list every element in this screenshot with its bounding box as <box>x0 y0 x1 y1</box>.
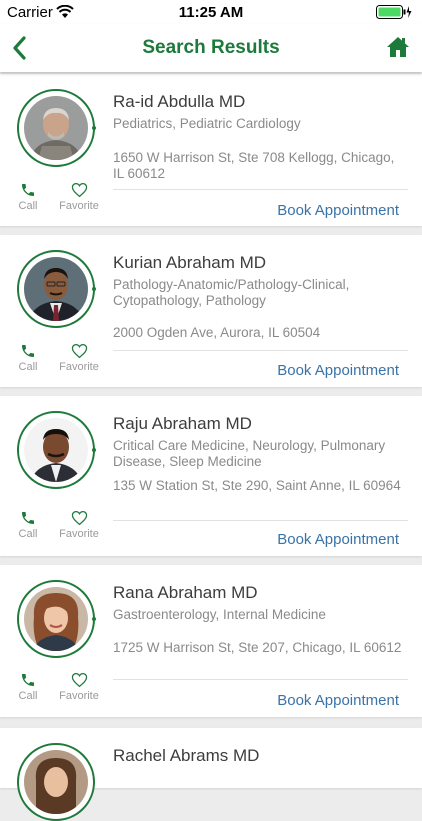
favorite-label: Favorite <box>59 361 99 373</box>
doctor-card: Raju Abraham MD Critical Care Medicine, … <box>0 396 422 556</box>
heart-icon <box>71 672 87 688</box>
doctor-name[interactable]: Rachel Abrams MD <box>113 746 259 766</box>
home-icon[interactable] <box>386 35 410 59</box>
ring-dot <box>92 448 96 452</box>
doctor-address: 2000 Ogden Ave, Aurora, IL 60504 <box>113 325 321 340</box>
call-label: Call <box>18 690 38 702</box>
call-button[interactable]: Call <box>4 510 52 540</box>
phone-icon <box>22 512 34 524</box>
heart-icon <box>71 510 87 526</box>
heart-icon <box>71 343 87 359</box>
book-appointment-link[interactable]: Book Appointment <box>277 531 399 548</box>
doctor-photo <box>24 750 88 814</box>
avatar[interactable] <box>17 580 95 658</box>
doctor-card: Kurian Abraham MD Pathology-Anatomic/Pat… <box>0 235 422 387</box>
doctor-address: 1650 W Harrison St, Ste 708 Kellogg, Chi… <box>113 150 395 181</box>
book-appointment-link[interactable]: Book Appointment <box>277 692 399 709</box>
favorite-label: Favorite <box>59 200 99 212</box>
call-button[interactable]: Call <box>4 343 52 373</box>
doctor-name[interactable]: Ra-id Abdulla MD <box>113 92 245 112</box>
favorite-label: Favorite <box>59 690 99 702</box>
doctor-photo <box>24 418 88 482</box>
divider <box>113 350 408 351</box>
avatar[interactable] <box>17 411 95 489</box>
call-button[interactable]: Call <box>4 182 52 212</box>
ring-dot <box>92 287 96 291</box>
avatar[interactable] <box>17 89 95 167</box>
call-label: Call <box>18 361 38 373</box>
phone-icon <box>22 345 34 357</box>
phone-icon <box>22 674 34 686</box>
doctor-address: 1725 W Harrison St, Ste 207, Chicago, IL… <box>113 640 402 655</box>
doctor-card: Rachel Abrams MD <box>0 728 422 821</box>
navigation-bar: Search Results <box>0 24 422 72</box>
doctor-specialty: Critical Care Medicine, Neurology, Pulmo… <box>113 438 386 469</box>
doctor-address: 135 W Station St, Ste 290, Saint Anne, I… <box>113 478 401 493</box>
favorite-button[interactable]: Favorite <box>55 672 103 702</box>
doctor-card: Rana Abraham MD Gastroenterology, Intern… <box>0 565 422 717</box>
doctor-specialty: Pediatrics, Pediatric Cardiology <box>113 116 301 131</box>
divider <box>113 679 408 680</box>
doctor-name[interactable]: Rana Abraham MD <box>113 583 258 603</box>
doctor-photo <box>24 96 88 160</box>
phone-icon <box>22 184 34 196</box>
favorite-button[interactable]: Favorite <box>55 182 103 212</box>
divider <box>113 189 408 190</box>
doctor-specialty: Pathology-Anatomic/Pathology-Clinical, C… <box>113 277 350 308</box>
status-bar: Carrier 11:25 AM <box>0 0 422 24</box>
call-label: Call <box>18 528 38 540</box>
doctor-card: Ra-id Abdulla MD Pediatrics, Pediatric C… <box>0 74 422 226</box>
doctor-name[interactable]: Kurian Abraham MD <box>113 253 266 273</box>
favorite-button[interactable]: Favorite <box>55 343 103 373</box>
favorite-button[interactable]: Favorite <box>55 510 103 540</box>
doctor-photo <box>24 587 88 651</box>
avatar[interactable] <box>17 250 95 328</box>
ring-dot <box>92 126 96 130</box>
doctor-name[interactable]: Raju Abraham MD <box>113 414 252 434</box>
clock: 11:25 AM <box>178 4 244 21</box>
battery-icon <box>376 5 412 24</box>
book-appointment-link[interactable]: Book Appointment <box>277 202 399 219</box>
heart-icon <box>71 182 87 198</box>
doctor-photo <box>24 257 88 321</box>
book-appointment-link[interactable]: Book Appointment <box>277 362 399 379</box>
divider <box>113 520 408 521</box>
ring-dot <box>92 617 96 621</box>
avatar[interactable] <box>17 743 95 821</box>
call-label: Call <box>18 200 38 212</box>
call-button[interactable]: Call <box>4 672 52 702</box>
page-title: Search Results <box>142 37 280 58</box>
favorite-label: Favorite <box>59 528 99 540</box>
doctor-specialty: Gastroenterology, Internal Medicine <box>113 607 326 622</box>
